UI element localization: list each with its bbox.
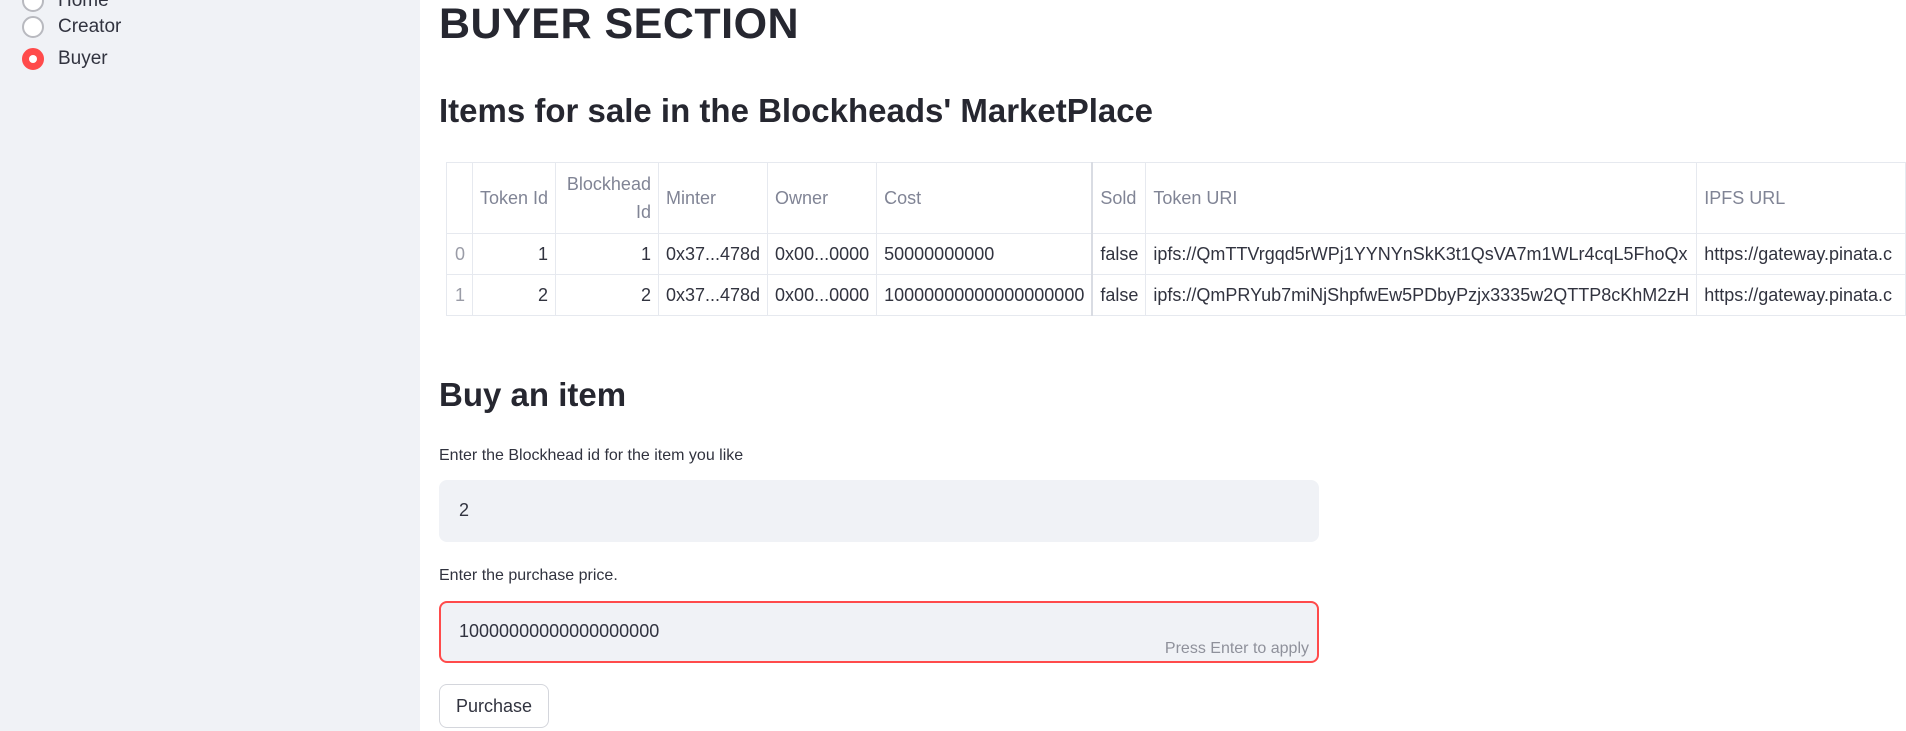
table-cell-token-uri[interactable]: ipfs://QmPRYub7miNjShpfwEw5PDbyPzjx3335w…: [1145, 274, 1698, 316]
table-cell-cost[interactable]: 50000000000: [876, 233, 1094, 275]
nav-radio-label: Buyer: [58, 48, 108, 69]
price-label: Enter the purchase price.: [439, 567, 618, 584]
table-cell-index[interactable]: 0: [446, 233, 473, 275]
radio-unselected-icon: [22, 16, 44, 38]
table-cell-ipfs-url[interactable]: https://gateway.pinata.c: [1696, 233, 1906, 275]
table-cell-sold[interactable]: false: [1091, 233, 1147, 275]
table-cell-minter[interactable]: 0x37...478d: [657, 274, 769, 316]
table-cell-token-id[interactable]: 1: [471, 233, 557, 275]
table-cell-token-uri[interactable]: ipfs://QmTTVrgqd5rWPj1YYNYnSkK3t1QsVA7m1…: [1145, 233, 1698, 275]
table-cell-blockhead-id[interactable]: 1: [555, 233, 659, 275]
purchase-price-value: 10000000000000000000: [459, 621, 660, 641]
blockhead-id-label: Enter the Blockhead id for the item you …: [439, 447, 744, 464]
table-cell-cost[interactable]: 10000000000000000000: [876, 274, 1094, 316]
sidebar: Home Creator Buyer: [0, 0, 420, 731]
purchase-price-input[interactable]: 10000000000000000000 Press Enter to appl…: [439, 601, 1319, 663]
table-header-ipfs-url[interactable]: IPFS URL: [1696, 162, 1906, 234]
table-cell-owner[interactable]: 0x00...0000: [767, 233, 878, 275]
nav-radio-buyer[interactable]: Buyer: [22, 44, 108, 74]
radio-selected-icon: [22, 48, 44, 70]
table-header-owner[interactable]: Owner: [767, 162, 878, 234]
radio-unselected-icon: [22, 0, 44, 12]
purchase-button[interactable]: Purchase: [439, 684, 549, 728]
page-title: BUYER SECTION: [439, 0, 800, 48]
table-cell-index[interactable]: 1: [446, 274, 473, 316]
table-header-cost[interactable]: Cost: [876, 162, 1094, 234]
nav-radio-creator[interactable]: Creator: [22, 12, 121, 42]
blockhead-id-input[interactable]: 2: [439, 480, 1319, 542]
blockhead-id-value: 2: [459, 500, 470, 520]
table-header-sold[interactable]: Sold: [1091, 162, 1147, 234]
table-cell-owner[interactable]: 0x00...0000: [767, 274, 878, 316]
items-table[interactable]: Token Id Blockhead Id Minter Owner Cost …: [446, 162, 1906, 318]
table-header-minter[interactable]: Minter: [657, 162, 769, 234]
nav-radio-label: Creator: [58, 16, 122, 37]
table-cell-blockhead-id[interactable]: 2: [555, 274, 659, 316]
buy-heading: Buy an item: [439, 376, 627, 413]
table-cell-ipfs-url[interactable]: https://gateway.pinata.c: [1696, 274, 1906, 316]
table-cell-sold[interactable]: false: [1091, 274, 1147, 316]
table-row: 1 2 2 0x37...478d 0x00...0000 1000000000…: [446, 274, 1906, 316]
main-content: BUYER SECTION Items for sale in the Bloc…: [439, 0, 1906, 731]
table-header-token-uri[interactable]: Token URI: [1145, 162, 1698, 234]
nav-radio-label: Home: [58, 0, 109, 11]
table-header-index[interactable]: [446, 162, 473, 234]
table-cell-token-id[interactable]: 2: [471, 274, 557, 316]
table-header-token-id[interactable]: Token Id: [471, 162, 557, 234]
table-header-row: Token Id Blockhead Id Minter Owner Cost …: [446, 162, 1906, 234]
press-enter-hint: Press Enter to apply: [1164, 640, 1309, 657]
table-cell-minter[interactable]: 0x37...478d: [657, 233, 769, 275]
table-header-blockhead-id[interactable]: Blockhead Id: [555, 162, 659, 234]
table-row: 0 1 1 0x37...478d 0x00...0000 5000000000…: [446, 233, 1906, 275]
items-heading: Items for sale in the Blockheads' Market…: [439, 92, 1153, 129]
